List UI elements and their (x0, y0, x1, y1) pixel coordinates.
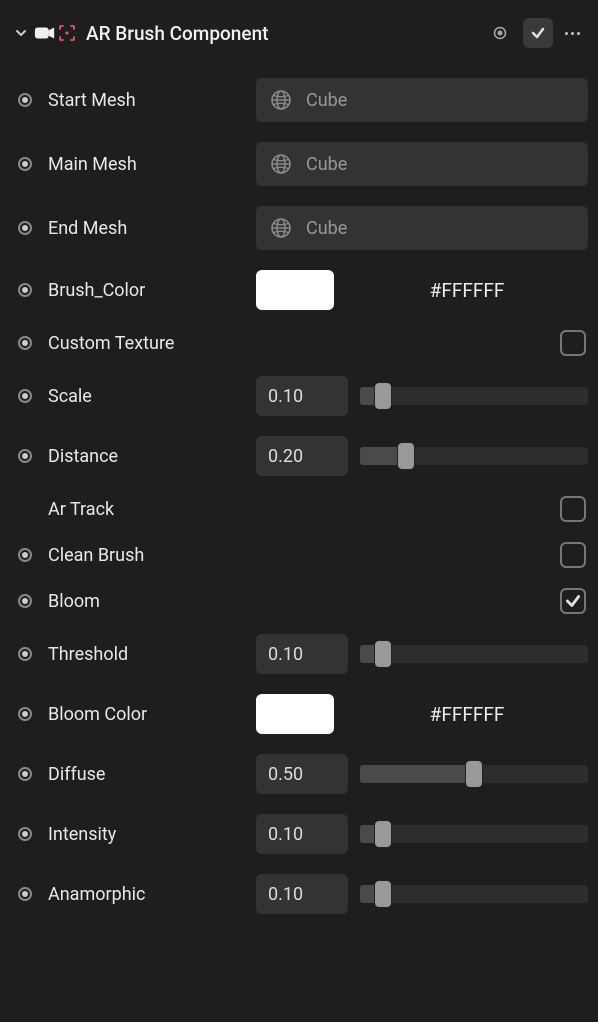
row-custom-texture: Custom Texture (10, 320, 588, 366)
row-end-mesh: End Mesh Cube (10, 196, 588, 260)
slider-thumb[interactable] (465, 760, 483, 788)
more-menu-icon[interactable] (561, 24, 584, 43)
label-bloom-color: Bloom Color (48, 704, 248, 725)
label-end-mesh: End Mesh (48, 218, 248, 239)
threshold-input[interactable]: 0.10 (256, 634, 348, 674)
property-indicator-icon[interactable] (18, 887, 32, 901)
scale-input[interactable]: 0.10 (256, 376, 348, 416)
slider-thumb[interactable] (374, 382, 392, 410)
row-intensity: Intensity 0.10 (10, 804, 588, 864)
property-indicator-icon[interactable] (18, 283, 32, 297)
property-indicator-icon[interactable] (18, 707, 32, 721)
slider-thumb[interactable] (374, 820, 392, 848)
end-mesh-value: Cube (306, 218, 347, 239)
ar-track-checkbox[interactable] (560, 496, 586, 522)
label-clean-brush: Clean Brush (48, 545, 248, 566)
component-panel: AR Brush Component Start Mesh Cube Main … (0, 0, 598, 936)
globe-icon (270, 153, 292, 175)
label-brush-color: Brush_Color (48, 280, 248, 301)
anamorphic-input[interactable]: 0.10 (256, 874, 348, 914)
property-indicator-icon[interactable] (18, 221, 32, 235)
label-distance: Distance (48, 446, 248, 467)
camera-icon (34, 25, 56, 41)
property-indicator-icon[interactable] (18, 93, 32, 107)
intensity-slider[interactable] (360, 824, 588, 844)
clean-brush-checkbox[interactable] (560, 542, 586, 568)
diffuse-input[interactable]: 0.50 (256, 754, 348, 794)
property-indicator-icon[interactable] (18, 647, 32, 661)
bloom-checkbox[interactable] (560, 588, 586, 614)
label-custom-texture: Custom Texture (48, 333, 248, 354)
target-icon (58, 24, 76, 42)
anamorphic-slider[interactable] (360, 884, 588, 904)
row-main-mesh: Main Mesh Cube (10, 132, 588, 196)
bloom-color-swatch[interactable] (256, 694, 334, 734)
label-bloom: Bloom (48, 591, 248, 612)
brush-color-swatch[interactable] (256, 270, 334, 310)
brush-color-hex[interactable]: #FFFFFF (346, 270, 588, 310)
header-actions (485, 18, 584, 48)
row-anamorphic: Anamorphic 0.10 (10, 864, 588, 924)
property-indicator-icon[interactable] (18, 548, 32, 562)
scale-slider[interactable] (360, 386, 588, 406)
label-anamorphic: Anamorphic (48, 884, 248, 905)
globe-icon (270, 217, 292, 239)
diffuse-slider[interactable] (360, 764, 588, 784)
component-title: AR Brush Component (86, 22, 479, 45)
label-diffuse: Diffuse (48, 764, 248, 785)
distance-input[interactable]: 0.20 (256, 436, 348, 476)
slider-thumb[interactable] (397, 442, 415, 470)
label-ar-track: Ar Track (48, 499, 248, 520)
row-ar-track: Ar Track (10, 486, 588, 532)
bloom-color-hex[interactable]: #FFFFFF (346, 694, 588, 734)
start-mesh-field[interactable]: Cube (256, 78, 588, 122)
label-intensity: Intensity (48, 824, 248, 845)
label-scale: Scale (48, 386, 248, 407)
distance-slider[interactable] (360, 446, 588, 466)
custom-texture-checkbox[interactable] (560, 330, 586, 356)
property-indicator-icon[interactable] (18, 449, 32, 463)
main-mesh-field[interactable]: Cube (256, 142, 588, 186)
main-mesh-value: Cube (306, 154, 347, 175)
row-threshold: Threshold 0.10 (10, 624, 588, 684)
label-main-mesh: Main Mesh (48, 154, 248, 175)
row-distance: Distance 0.20 (10, 426, 588, 486)
row-diffuse: Diffuse 0.50 (10, 744, 588, 804)
property-indicator-icon[interactable] (18, 336, 32, 350)
globe-icon (270, 89, 292, 111)
threshold-slider[interactable] (360, 644, 588, 664)
collapse-chevron-icon[interactable] (14, 26, 28, 40)
row-clean-brush: Clean Brush (10, 532, 588, 578)
label-threshold: Threshold (48, 644, 248, 665)
row-bloom-color: Bloom Color #FFFFFF (10, 684, 588, 744)
property-indicator-icon[interactable] (18, 594, 32, 608)
row-brush-color: Brush_Color #FFFFFF (10, 260, 588, 320)
component-type-icons (34, 24, 76, 42)
intensity-input[interactable]: 0.10 (256, 814, 348, 854)
slider-thumb[interactable] (374, 880, 392, 908)
start-mesh-value: Cube (306, 90, 347, 111)
record-button[interactable] (485, 18, 515, 48)
label-start-mesh: Start Mesh (48, 90, 248, 111)
enable-toggle[interactable] (523, 18, 553, 48)
property-indicator-icon[interactable] (18, 767, 32, 781)
component-header: AR Brush Component (10, 12, 588, 68)
property-indicator-icon[interactable] (18, 827, 32, 841)
row-bloom: Bloom (10, 578, 588, 624)
row-scale: Scale 0.10 (10, 366, 588, 426)
slider-thumb[interactable] (374, 640, 392, 668)
property-indicator-icon[interactable] (18, 157, 32, 171)
end-mesh-field[interactable]: Cube (256, 206, 588, 250)
property-indicator-icon[interactable] (18, 389, 32, 403)
row-start-mesh: Start Mesh Cube (10, 68, 588, 132)
